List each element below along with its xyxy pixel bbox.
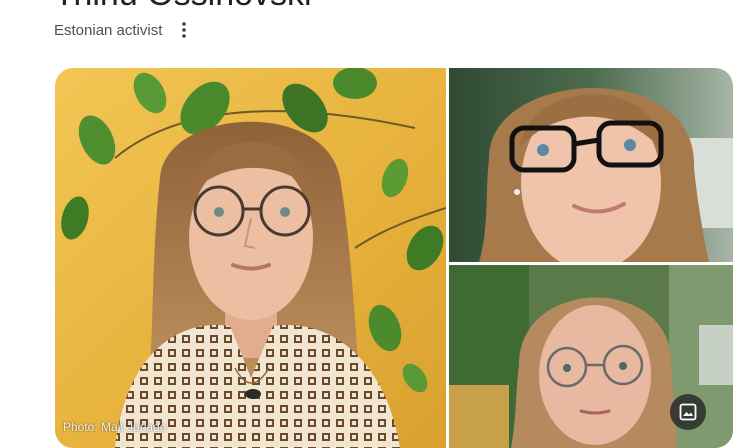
- secondary-photo-1[interactable]: [449, 68, 733, 262]
- image-gallery: Photo: Mait Jüriado: [55, 68, 733, 448]
- image-icon: [679, 403, 697, 421]
- main-photo[interactable]: Photo: Mait Jüriado: [55, 68, 446, 448]
- photo-credit: Photo: Mait Jüriado: [63, 420, 167, 434]
- entity-subtitle: Estonian activist: [54, 21, 163, 39]
- more-options-button[interactable]: [174, 19, 194, 41]
- subtitle-row: Estonian activist: [54, 19, 194, 41]
- more-images-button[interactable]: [670, 394, 706, 430]
- vertical-dots-icon: [182, 22, 187, 38]
- entity-title: Triinu Ossinovski: [54, 0, 312, 14]
